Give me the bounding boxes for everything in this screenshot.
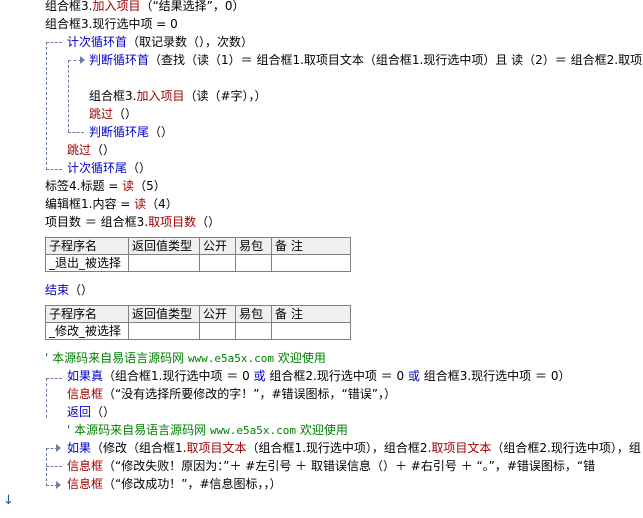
loop-guide-top [46,42,62,43]
loop-guide-bottom [46,169,62,170]
table-cell[interactable] [199,322,236,340]
table-cell[interactable] [128,322,200,340]
editor-gutter: ↓ [0,0,18,518]
column-header: 公开 [199,237,236,255]
subroutine-table[interactable]: 子程序名 返回值类型 公开 易包 备 注 _退出_被选择 [45,237,351,272]
table-cell[interactable] [199,254,236,272]
table-cell[interactable] [235,254,272,272]
table-header-row: 子程序名 返回值类型 公开 易包 备 注 [45,305,351,323]
code-editor[interactable]: 组合框3.加入项目（“结果选择”，0） 组合框3.现行选中项 = 0 计次循环首… [18,0,643,518]
code-line[interactable]: 判断循环尾（） [89,123,173,141]
column-header: 备 注 [271,237,351,255]
code-line[interactable]: 信息框（“修改失败！原因为：”＋ #左引号 ＋ 取错误信息（）＋ #右引号 ＋ … [67,457,595,475]
if-guide-top [46,378,62,379]
ifelse-guide-line [46,448,47,486]
table-row[interactable]: _退出_被选择 [45,254,351,272]
code-line[interactable]: 编辑框1.内容 = 读（4） [45,195,178,213]
code-line[interactable]: 判断循环首（查找（读（1）＝ 组合框1.取项目文本（组合框1.现行选中项）且 读… [89,51,642,69]
column-header: 易包 [235,237,272,255]
code-line[interactable]: 跳过（） [67,141,115,159]
code-line[interactable]: 组合框3.加入项目（读（#字），） [89,87,267,105]
if-arrow-icon [56,444,61,452]
table-cell[interactable] [271,322,351,340]
code-line[interactable]: 计次循环尾（） [67,159,151,177]
comment-line[interactable]: ' 本源码来自易语言源码网 www.e5a5x.com 欢迎使用 [67,421,348,439]
loop-arrow-icon [80,56,85,64]
column-header: 子程序名 [45,237,129,255]
inner-loop-guide-bottom [68,132,84,133]
code-line[interactable]: 返回（） [67,403,115,421]
code-line[interactable]: 结束（） [45,281,93,299]
code-line[interactable]: 信息框（“修改成功！”，#信息图标，，） [67,475,282,493]
column-header: 公开 [199,305,236,323]
table-row[interactable]: _修改_被选择 [45,322,351,340]
table-cell[interactable]: _修改_被选择 [45,322,129,340]
table-cell[interactable]: _退出_被选择 [45,254,129,272]
code-line[interactable]: 计次循环首（取记录数（），次数） [67,33,253,51]
column-header: 返回值类型 [128,305,200,323]
subroutine-table[interactable]: 子程序名 返回值类型 公开 易包 备 注 _修改_被选择 [45,305,351,340]
code-line[interactable]: 如果真（组合框1.现行选中项 ＝ 0 或 组合框2.现行选中项 ＝ 0 或 组合… [67,367,570,385]
code-line[interactable]: 信息框（“没有选择所要修改的字！”，#错误图标，“错误”，） [67,385,396,403]
if-guide-line [46,378,47,418]
code-line[interactable]: 组合框3.现行选中项 = 0 [45,15,178,33]
column-header: 返回值类型 [128,237,200,255]
table-cell[interactable] [271,254,351,272]
loop-guide-line [46,42,47,170]
down-arrow-icon: ↓ [3,493,14,508]
code-line[interactable]: 跳过（） [89,105,137,123]
table-cell[interactable] [235,322,272,340]
column-header: 易包 [235,305,272,323]
code-line[interactable]: 标签4.标题 = 读（5） [45,177,166,195]
column-header: 子程序名 [45,305,129,323]
ifelse-guide-mid [46,466,62,467]
else-arrow-icon [56,481,61,489]
code-line[interactable]: 组合框3.加入项目（“结果选择”，0） [45,0,245,15]
table-cell[interactable] [128,254,200,272]
code-line[interactable]: 项目数 ＝ 组合框3.取项目数（） [45,213,220,231]
comment-line[interactable]: ' 本源码来自易语言源码网 www.e5a5x.com 欢迎使用 [45,349,326,367]
column-header: 备 注 [271,305,351,323]
table-header-row: 子程序名 返回值类型 公开 易包 备 注 [45,237,351,255]
inner-loop-guide-line [68,60,69,132]
code-line[interactable]: 如果（修改（组合框1.取项目文本（组合框1.现行选中项），组合框2.取项目文本（… [67,439,641,457]
